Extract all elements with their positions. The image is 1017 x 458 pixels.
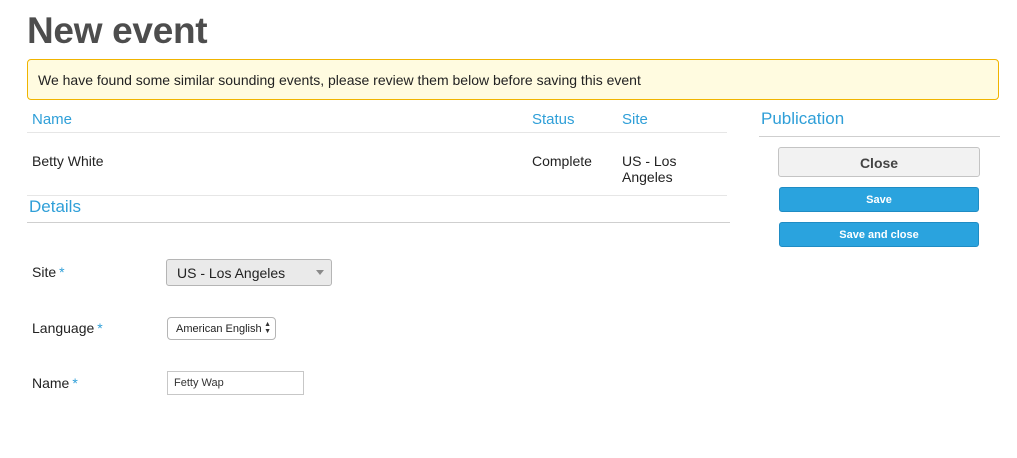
column-header-status[interactable]: Status <box>532 111 575 128</box>
site-label-text: Site <box>32 264 57 280</box>
language-label-text: Language <box>32 320 95 336</box>
required-marker: * <box>72 375 78 391</box>
save-and-close-button[interactable]: Save and close <box>779 222 979 247</box>
site-select-value: US - Los Angeles <box>177 265 286 281</box>
table-header: Name Status Site <box>27 106 727 133</box>
language-select[interactable]: American English ▲ ▼ <box>167 317 276 340</box>
event-name-cell: Betty White <box>32 153 104 169</box>
similar-events-table: Name Status Site Betty White Complete US… <box>27 106 727 196</box>
site-label: Site * <box>32 264 65 280</box>
required-marker: * <box>59 264 65 280</box>
similar-events-warning: We have found some similar sounding even… <box>27 59 999 100</box>
site-select[interactable]: US - Los Angeles <box>166 259 332 286</box>
save-button[interactable]: Save <box>779 187 979 212</box>
name-label-text: Name <box>32 375 70 391</box>
column-header-name[interactable]: Name <box>32 111 72 128</box>
event-status-cell: Complete <box>532 153 592 169</box>
page-title: New event <box>27 10 208 51</box>
select-updown-icon: ▲ ▼ <box>264 321 271 335</box>
column-header-site[interactable]: Site <box>622 111 712 128</box>
table-row[interactable]: Betty White Complete US - Los Angeles <box>27 133 727 196</box>
dropdown-arrow-icon <box>316 270 324 275</box>
publication-heading: Publication <box>759 109 1000 137</box>
language-select-value: American English <box>176 323 262 335</box>
event-site-cell: US - Los Angeles <box>622 153 677 185</box>
name-input[interactable]: Fetty Wap <box>167 371 304 395</box>
close-button[interactable]: Close <box>778 147 980 177</box>
language-label: Language * <box>32 320 103 336</box>
name-label: Name * <box>32 375 78 391</box>
name-input-value: Fetty Wap <box>174 377 224 389</box>
details-heading: Details <box>27 197 730 223</box>
warning-message: We have found some similar sounding even… <box>38 72 641 88</box>
required-marker: * <box>97 320 103 336</box>
